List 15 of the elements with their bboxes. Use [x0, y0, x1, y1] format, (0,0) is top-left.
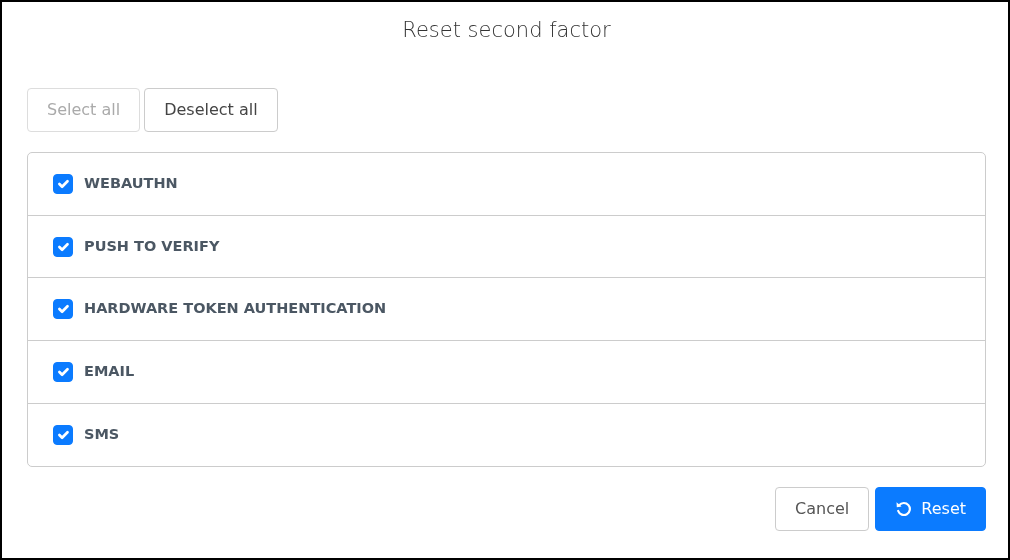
factor-checkbox[interactable] — [53, 424, 73, 445]
factor-label: WEBAUTHN — [84, 174, 178, 194]
dialog-title: Reset second factor — [401, 18, 612, 44]
factor-checkbox[interactable] — [53, 361, 73, 382]
factor-checkbox[interactable] — [53, 236, 73, 257]
reset-button[interactable]: Reset — [875, 487, 986, 532]
undo-icon — [895, 500, 914, 519]
deselect-all-button[interactable]: Deselect all — [144, 88, 278, 133]
factor-label: HARDWARE TOKEN AUTHENTICATION — [84, 299, 387, 319]
factor-label: SMS — [84, 425, 120, 444]
factor-label: EMAIL — [84, 361, 135, 381]
factor-label: PUSH TO VERIFY — [84, 236, 220, 256]
factor-checkbox[interactable] — [53, 174, 73, 194]
factor-checkbox[interactable] — [53, 299, 73, 320]
cancel-button[interactable]: Cancel — [775, 487, 870, 532]
